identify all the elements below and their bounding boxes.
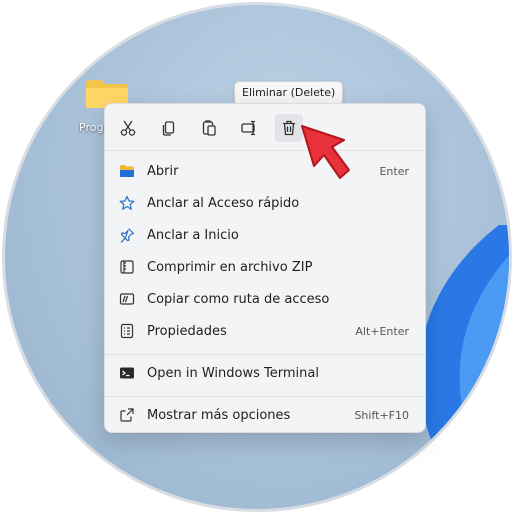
path-icon — [119, 291, 135, 307]
menu-divider — [105, 396, 425, 397]
paste-icon — [202, 120, 216, 136]
menu-item-open[interactable]: Abrir Enter — [111, 156, 419, 186]
menu-item-properties[interactable]: Propiedades Alt+Enter — [111, 316, 419, 346]
zip-icon — [119, 259, 135, 275]
menu-item-windows-terminal[interactable]: Open in Windows Terminal — [111, 358, 419, 388]
menu-item-label: Anclar a Inicio — [147, 227, 239, 243]
menu-item-shortcut: Shift+F10 — [354, 408, 409, 422]
context-menu: Abrir Enter Anclar al Acceso rápido Ancl… — [104, 103, 426, 433]
menu-item-label: Propiedades — [147, 323, 227, 339]
cut-button[interactable] — [114, 114, 142, 142]
paste-button[interactable] — [195, 114, 223, 142]
folder-open-icon — [119, 163, 135, 179]
rename-icon — [241, 120, 255, 136]
properties-icon — [119, 323, 135, 339]
menu-item-label: Mostrar más opciones — [147, 407, 291, 423]
context-menu-toolbar — [105, 104, 425, 150]
menu-item-label: Copiar como ruta de acceso — [147, 291, 330, 307]
menu-item-shortcut: Enter — [379, 164, 409, 178]
menu-item-label: Open in Windows Terminal — [147, 365, 319, 381]
menu-item-compress-zip[interactable]: Comprimir en archivo ZIP — [111, 252, 419, 282]
terminal-icon — [119, 365, 135, 381]
menu-item-label: Comprimir en archivo ZIP — [147, 259, 313, 275]
pointer-arrow-icon — [301, 125, 350, 179]
menu-item-label: Anclar al Acceso rápido — [147, 195, 300, 211]
menu-item-label: Abrir — [147, 163, 179, 179]
delete-tooltip: Eliminar (Delete) — [234, 81, 344, 105]
menu-item-pin-start[interactable]: Anclar a Inicio — [111, 220, 419, 250]
menu-item-pin-quick-access[interactable]: Anclar al Acceso rápido — [111, 188, 419, 218]
menu-divider — [105, 354, 425, 355]
more-options-icon — [119, 407, 135, 423]
menu-item-copy-path[interactable]: Copiar como ruta de acceso — [111, 284, 419, 314]
toolbar-divider — [105, 150, 425, 151]
star-icon — [119, 195, 135, 211]
menu-item-shortcut: Alt+Enter — [355, 324, 409, 338]
copy-icon — [162, 121, 175, 136]
pin-icon — [119, 227, 135, 243]
cut-icon — [120, 120, 136, 136]
menu-item-show-more-options[interactable]: Mostrar más opciones Shift+F10 — [111, 400, 419, 430]
copy-button[interactable] — [155, 114, 183, 142]
rename-button[interactable] — [235, 114, 263, 142]
